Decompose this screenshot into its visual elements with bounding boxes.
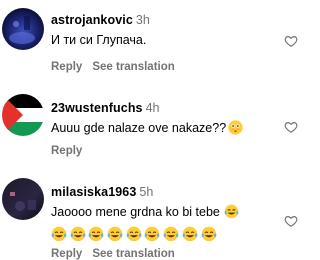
flushed-face-icon bbox=[228, 120, 243, 139]
comment-meta: 23wustenfuchs 4h bbox=[51, 101, 276, 116]
tears-of-joy-icon bbox=[126, 226, 142, 246]
timestamp[interactable]: 3h bbox=[136, 13, 150, 27]
comment-text-line: Auuu gde nalaze ove nakaze?? bbox=[51, 120, 276, 139]
tears-of-joy-icon bbox=[144, 226, 160, 246]
see-translation-button[interactable]: See translation bbox=[92, 248, 174, 260]
reply-button[interactable]: Reply bbox=[51, 61, 82, 73]
timestamp[interactable]: 4h bbox=[146, 101, 160, 115]
tears-of-joy-icon bbox=[182, 226, 198, 246]
tears-of-joy-icon bbox=[51, 226, 67, 246]
palestine-flag-avatar-icon bbox=[2, 94, 44, 136]
reply-button[interactable]: Reply bbox=[51, 248, 82, 260]
reply-button[interactable]: Reply bbox=[51, 145, 82, 157]
tears-of-joy-icon bbox=[201, 226, 217, 246]
comment-item: milasiska1963 5h Jaoooo mene grdna ko bi … bbox=[0, 172, 298, 260]
avatar[interactable] bbox=[2, 178, 44, 220]
comment-actions: Reply See translation bbox=[51, 248, 175, 260]
tears-of-joy-icon bbox=[88, 226, 104, 246]
heart-outline-icon[interactable] bbox=[284, 214, 298, 228]
comment-item: 23wustenfuchs 4h Auuu gde nalaze ove naka… bbox=[0, 90, 298, 170]
heart-outline-icon[interactable] bbox=[284, 120, 298, 134]
comment-text: И ти си Глупача. bbox=[51, 33, 147, 47]
timestamp[interactable]: 5h bbox=[139, 185, 153, 199]
comment-meta: milasiska1963 5h bbox=[51, 185, 276, 200]
emoji-row bbox=[51, 226, 276, 246]
username[interactable]: milasiska1963 bbox=[51, 185, 136, 199]
comment-text-line: Jaoooo mene grdna ko bi tebe bbox=[51, 204, 276, 223]
tears-of-joy-icon bbox=[163, 226, 179, 246]
heart-outline-icon[interactable] bbox=[284, 34, 298, 48]
see-translation-button[interactable]: See translation bbox=[92, 61, 174, 73]
comment-item: astrojankovic 3h И ти си Глупача. Reply Se… bbox=[0, 0, 298, 80]
tears-of-joy-icon bbox=[224, 204, 239, 223]
comment-actions: Reply See translation bbox=[51, 61, 175, 73]
dark-blue-photo-avatar-icon bbox=[2, 8, 44, 50]
avatar[interactable] bbox=[2, 94, 44, 136]
dark-photo-avatar-icon bbox=[2, 178, 44, 220]
comment-meta: astrojankovic 3h bbox=[51, 13, 276, 28]
tears-of-joy-icon bbox=[107, 226, 123, 246]
avatar[interactable] bbox=[2, 8, 44, 50]
username[interactable]: astrojankovic bbox=[51, 13, 133, 27]
comment-text: Jaoooo mene grdna ko bi tebe bbox=[51, 205, 220, 219]
comment-actions: Reply bbox=[51, 145, 82, 157]
tears-of-joy-icon bbox=[70, 226, 86, 246]
username[interactable]: 23wustenfuchs bbox=[51, 101, 143, 115]
comment-text: Auuu gde nalaze ove nakaze?? bbox=[51, 121, 227, 135]
